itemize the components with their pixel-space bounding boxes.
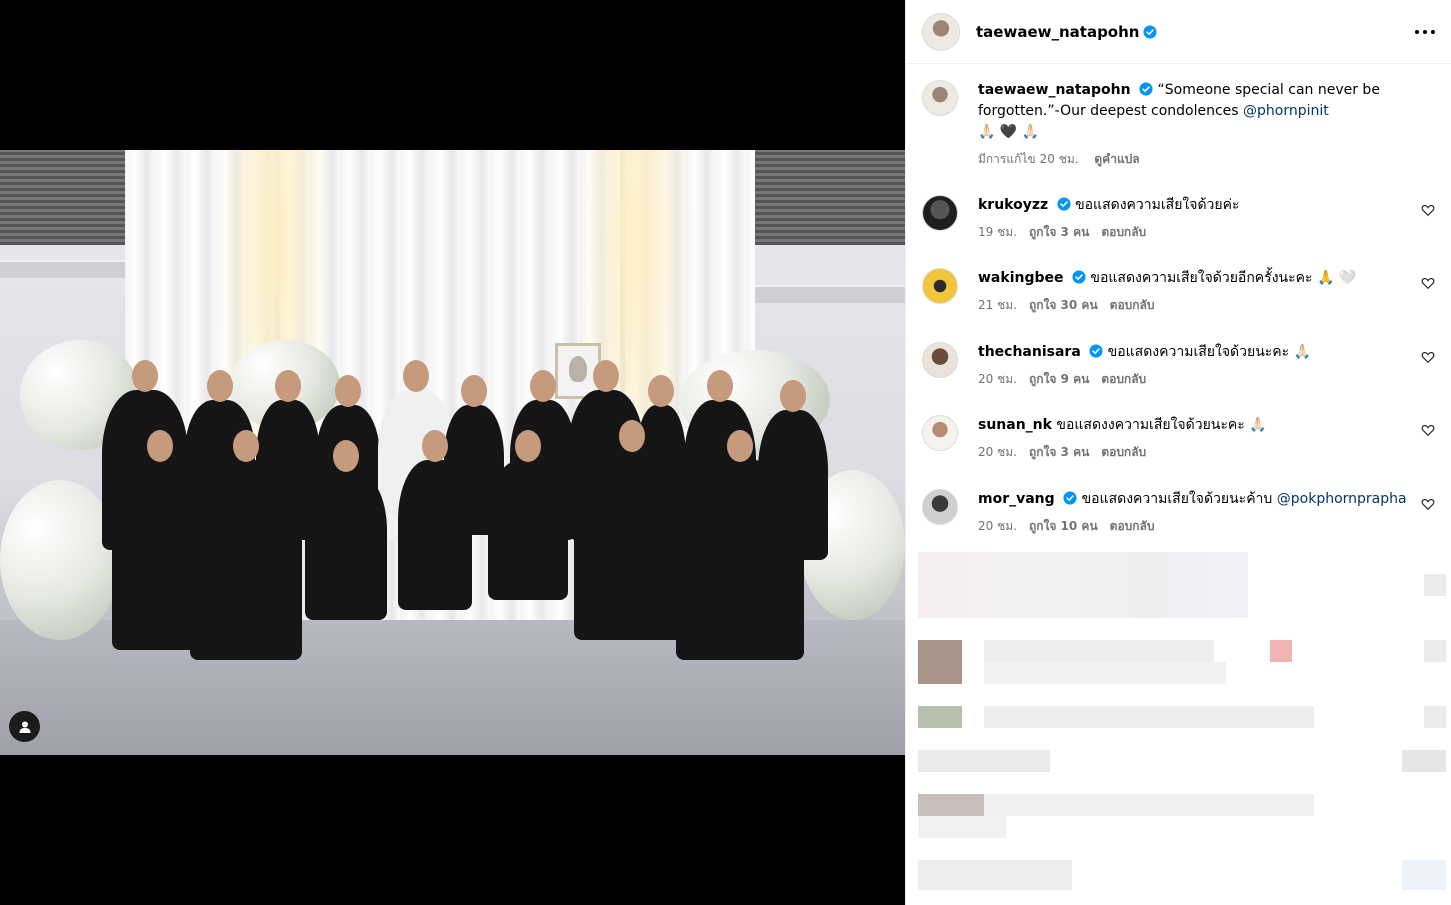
ceiling-vent-right — [752, 150, 905, 245]
caption-author-username[interactable]: taewaew_natapohn — [978, 82, 1131, 98]
comment-avatar[interactable] — [922, 342, 958, 378]
post-caption: taewaew_natapohn “Someone special can ne… — [922, 80, 1435, 170]
heart-outline-icon[interactable] — [1421, 350, 1435, 364]
comment-avatar[interactable] — [922, 415, 958, 451]
comment-time[interactable]: 21 ชม. — [978, 298, 1017, 312]
reply-button[interactable]: ตอบกลับ — [1101, 225, 1146, 239]
heart-outline-icon[interactable] — [1421, 497, 1435, 511]
comment-username[interactable]: sunan_nk — [978, 417, 1052, 433]
comment-likes[interactable]: ถูกใจ 3 คน — [1029, 225, 1089, 239]
comment-time[interactable]: 20 ชม. — [978, 519, 1017, 533]
caption-emojis: 🙏🏻 🖤 🙏🏻 — [978, 124, 1040, 140]
post-header: taewaew_natapohn — [906, 0, 1451, 64]
shelf-right — [752, 285, 905, 303]
comment-avatar[interactable] — [922, 489, 958, 525]
verified-badge-icon — [1063, 491, 1077, 505]
heart-outline-icon[interactable] — [1421, 203, 1435, 217]
translate-link[interactable]: ดูคำแปล — [1094, 152, 1139, 166]
verified-badge-icon — [1143, 24, 1158, 39]
person — [190, 430, 302, 660]
comment-avatar[interactable] — [922, 195, 958, 231]
comment-text: ขอแสดงความเสียใจด้วยนะค้าบ — [1081, 491, 1273, 507]
comment-username[interactable]: thechanisara — [978, 344, 1081, 360]
more-options-icon[interactable] — [1415, 22, 1435, 42]
verified-badge-icon — [1057, 197, 1071, 211]
comment-item: mor_vang ขอแสดงความเสียใจด้วยนะค้าบ @pok… — [922, 489, 1435, 537]
ceiling-vent-left — [0, 150, 125, 245]
comment-text: ขอแสดงความเสียใจด้วยนะคะ 🙏🏻 — [1107, 344, 1312, 360]
comment-item: thechanisara ขอแสดงความเสียใจด้วยนะคะ 🙏🏻… — [922, 342, 1435, 390]
verified-badge-icon — [1072, 270, 1086, 284]
post-media[interactable] — [0, 0, 905, 905]
caption-mention[interactable]: @phornpinit — [1243, 103, 1329, 119]
comment-username[interactable]: wakingbee — [978, 270, 1064, 286]
person — [305, 440, 387, 620]
heart-outline-icon[interactable] — [1421, 276, 1435, 290]
comment-time[interactable]: 20 ชม. — [978, 445, 1017, 459]
comment-item: krukoyzz ขอแสดงความเสียใจด้วยค่ะ 19 ชม. ถ… — [922, 195, 1435, 243]
post-photo — [0, 150, 905, 755]
caption-author-avatar[interactable] — [922, 80, 958, 116]
comment-likes[interactable]: ถูกใจ 10 คน — [1029, 519, 1098, 533]
comment-username[interactable]: mor_vang — [978, 491, 1055, 507]
caption-edited-label: มีการแก้ไข — [978, 152, 1036, 166]
reply-button[interactable]: ตอบกลับ — [1110, 519, 1155, 533]
author-username[interactable]: taewaew_natapohn — [976, 23, 1139, 41]
shelf-left — [0, 260, 125, 278]
comment-likes[interactable]: ถูกใจ 30 คน — [1029, 298, 1098, 312]
comment-text: ขอแสดงความเสียใจด้วยค่ะ — [1075, 197, 1240, 213]
comment-text: ขอแสดงความเสียใจด้วยอีกครั้งนะคะ 🙏 🤍 — [1090, 270, 1357, 286]
verified-badge-icon — [1139, 82, 1153, 96]
reply-button[interactable]: ตอบกลับ — [1101, 372, 1146, 386]
comment-time[interactable]: 20 ชม. — [978, 372, 1017, 386]
comment-time[interactable]: 19 ชม. — [978, 225, 1017, 239]
reply-button[interactable]: ตอบกลับ — [1110, 298, 1155, 312]
comment-likes[interactable]: ถูกใจ 3 คน — [1029, 445, 1089, 459]
person — [676, 430, 804, 660]
reply-button[interactable]: ตอบกลับ — [1101, 445, 1146, 459]
comment-item: sunan_nk ขอแสดงงความเสียใจด้วยนะคะ 🙏🏻 20… — [922, 415, 1435, 463]
person — [574, 420, 690, 640]
comment-likes[interactable]: ถูกใจ 9 คน — [1029, 372, 1089, 386]
comment-text: ขอแสดงงความเสียใจด้วยนะคะ 🙏🏻 — [1056, 417, 1267, 433]
person — [488, 430, 568, 600]
author-avatar[interactable] — [922, 12, 960, 51]
verified-badge-icon — [1089, 344, 1103, 358]
comment-item: wakingbee ขอแสดงความเสียใจด้วยอีกครั้งนะ… — [922, 268, 1435, 316]
user-tag-icon[interactable] — [9, 711, 40, 742]
heart-outline-icon[interactable] — [1421, 423, 1435, 437]
person — [398, 430, 472, 610]
comment-mention[interactable]: @pokphornprapha — [1277, 491, 1407, 507]
comments-panel: taewaew_natapohn taewaew_natapohn “Someo… — [905, 0, 1451, 905]
caption-time[interactable]: 20 ชม. — [1040, 152, 1079, 166]
comment-avatar[interactable] — [922, 268, 958, 304]
comment-username[interactable]: krukoyzz — [978, 197, 1048, 213]
